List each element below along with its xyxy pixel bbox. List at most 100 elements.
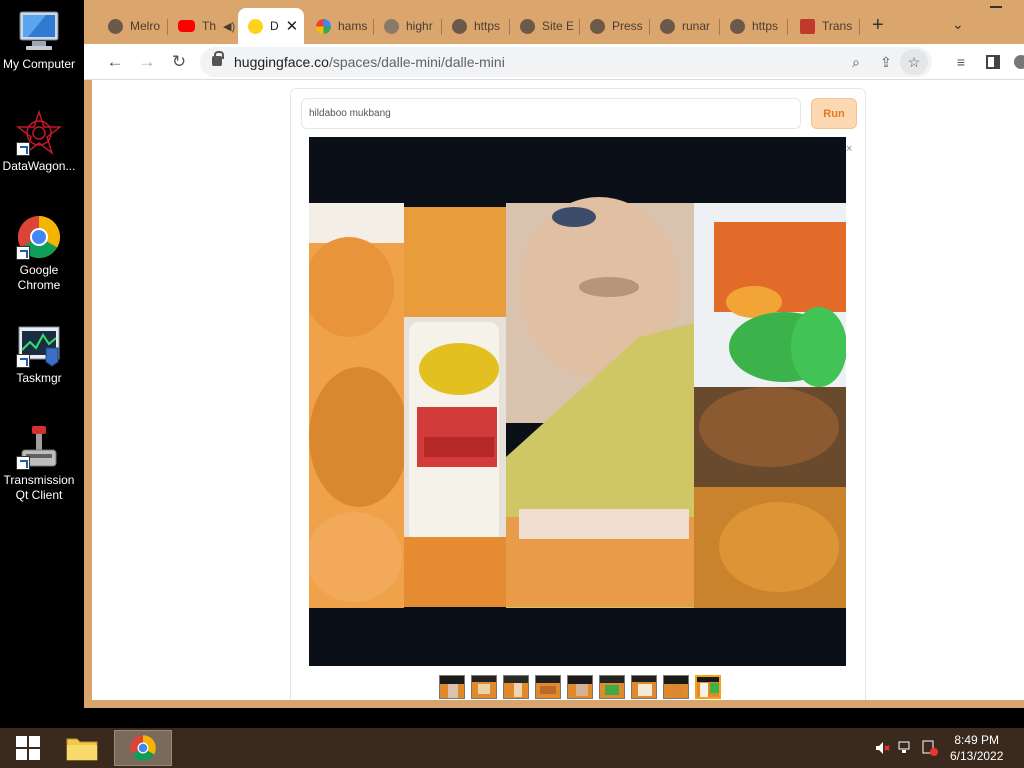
shortcut-arrow-icon [16, 246, 30, 260]
shortcut-arrow-icon [16, 456, 30, 470]
tab-google[interactable]: hams [306, 12, 374, 40]
tab-title: Trans [822, 19, 853, 33]
reload-icon[interactable]: ↻ [168, 51, 190, 73]
youtube-icon [178, 20, 195, 32]
tab-title: Th [202, 19, 217, 33]
close-image-button[interactable]: × [846, 143, 852, 155]
transmission-icon [16, 424, 62, 470]
desktop-icon-label: Google Chrome [17, 263, 61, 292]
media-control-icon[interactable]: ≡ [950, 51, 972, 73]
globe-icon [108, 18, 123, 34]
datawagon-icon [15, 109, 63, 156]
tab-transmission[interactable]: Trans [790, 12, 860, 40]
prompt-input[interactable] [301, 98, 801, 129]
desktop-icon-my-computer[interactable]: My Computer [0, 8, 78, 72]
speaker-icon: ◀) [223, 20, 236, 33]
network-icon[interactable] [898, 740, 914, 756]
generated-image[interactable] [309, 137, 846, 666]
thumbnail-selected[interactable] [695, 675, 721, 699]
close-tab-icon[interactable]: ✕ [286, 17, 299, 35]
tab-title: hams [338, 19, 368, 33]
tab-title: https [474, 19, 501, 33]
tab-title: D [270, 19, 279, 33]
desktop-icon-label: Taskmgr [16, 371, 62, 385]
shortcut-arrow-icon [16, 354, 30, 368]
address-bar[interactable]: huggingface.co/spaces/dalle-mini/dalle-m… [200, 47, 932, 77]
desktop: My Computer DataWagon... Google Chrome T… [0, 0, 84, 728]
zoom-icon[interactable]: ⌕ [846, 52, 866, 72]
tab-title: Press [612, 19, 643, 33]
minimize-button[interactable] [990, 6, 1002, 8]
thumbnail[interactable] [471, 675, 497, 699]
dalle-mini-app: Run [290, 88, 866, 700]
tab-title: Site E [542, 19, 575, 33]
desktop-icon-label: Transmission Qt Client [3, 473, 75, 502]
lock-icon [212, 51, 224, 66]
google-icon [316, 18, 331, 34]
thumbnail[interactable] [439, 675, 465, 699]
transmission-icon [800, 18, 815, 34]
system-clock[interactable]: 8:49 PM 6/13/2022 [950, 732, 1003, 764]
tab-youtube[interactable]: Th ◀) [168, 12, 238, 40]
taskmgr-icon [16, 322, 62, 368]
desktop-icon-google-chrome[interactable]: Google Chrome [0, 214, 78, 293]
thumbnail[interactable] [535, 675, 561, 699]
tab-https-1[interactable]: https [442, 12, 510, 40]
tab-https-2[interactable]: https [720, 12, 788, 40]
forward-arrow-icon[interactable]: → [136, 51, 158, 73]
page-viewport: Run [92, 80, 1024, 700]
globe-icon [520, 18, 535, 34]
tab-strip: Melro Th ◀) D ✕ hams highr https Site E [84, 0, 1024, 44]
desktop-icon-label: My Computer [2, 57, 76, 71]
star-icon[interactable]: ☆ [904, 52, 924, 72]
tab-title: runar [682, 19, 711, 33]
share-icon[interactable]: ⇪ [876, 52, 896, 72]
desktop-icon-transmission[interactable]: Transmission Qt Client [0, 424, 78, 503]
desktop-icon-label: DataWagon... [2, 159, 76, 173]
shortcut-arrow-icon [16, 142, 30, 156]
globe-icon [590, 18, 605, 34]
thumbnail[interactable] [567, 675, 593, 699]
tab-runar[interactable]: runar [650, 12, 720, 40]
back-arrow-icon[interactable]: ← [104, 51, 126, 73]
tab-press[interactable]: Press [580, 12, 650, 40]
thumbnail[interactable] [631, 675, 657, 699]
run-button[interactable]: Run [811, 98, 857, 129]
tab-search-chevron-icon[interactable]: ⌄ [952, 16, 964, 33]
desktop-icon-taskmgr[interactable]: Taskmgr [0, 322, 78, 386]
globe-icon [730, 18, 745, 34]
file-explorer-taskbar-button[interactable] [54, 730, 110, 766]
tab-highr[interactable]: highr [374, 12, 442, 40]
side-panel-icon[interactable] [982, 51, 1004, 73]
action-center-alert-icon[interactable] [922, 740, 938, 756]
tab-dalle-mini[interactable]: D ✕ [238, 8, 304, 44]
thumbnail[interactable] [599, 675, 625, 699]
image-gallery: × [291, 137, 865, 677]
windows-logo-icon [16, 736, 40, 760]
profile-icon[interactable] [1010, 51, 1024, 73]
thumbnail-strip [439, 675, 721, 699]
tab-title: Melro [130, 19, 161, 33]
chrome-icon [130, 735, 156, 761]
thumbnail[interactable] [503, 675, 529, 699]
volume-muted-icon[interactable] [874, 740, 890, 756]
folder-icon [66, 738, 98, 761]
taskbar: 8:49 PM 6/13/2022 [0, 728, 1024, 768]
globe-icon [452, 18, 467, 34]
tab-title: highr [406, 19, 433, 33]
clock-date: 6/13/2022 [950, 749, 1004, 763]
thumbnail[interactable] [663, 675, 689, 699]
tab-site[interactable]: Site E [510, 12, 580, 40]
tab-title: https [752, 19, 779, 33]
browser-toolbar: ← → ↻ huggingface.co/spaces/dalle-mini/d… [84, 44, 1024, 80]
chrome-taskbar-button[interactable] [114, 730, 172, 766]
browser-window: Melro Th ◀) D ✕ hams highr https Site E [84, 0, 1024, 708]
start-button[interactable] [0, 730, 56, 766]
desktop-icon-datawagon[interactable]: DataWagon... [0, 109, 78, 174]
huggingface-icon [248, 18, 263, 34]
globe-icon [384, 18, 399, 34]
tab-melro[interactable]: Melro [98, 12, 168, 40]
computer-icon [16, 8, 62, 54]
new-tab-button[interactable]: + [872, 14, 884, 37]
clock-time: 8:49 PM [954, 733, 1000, 747]
